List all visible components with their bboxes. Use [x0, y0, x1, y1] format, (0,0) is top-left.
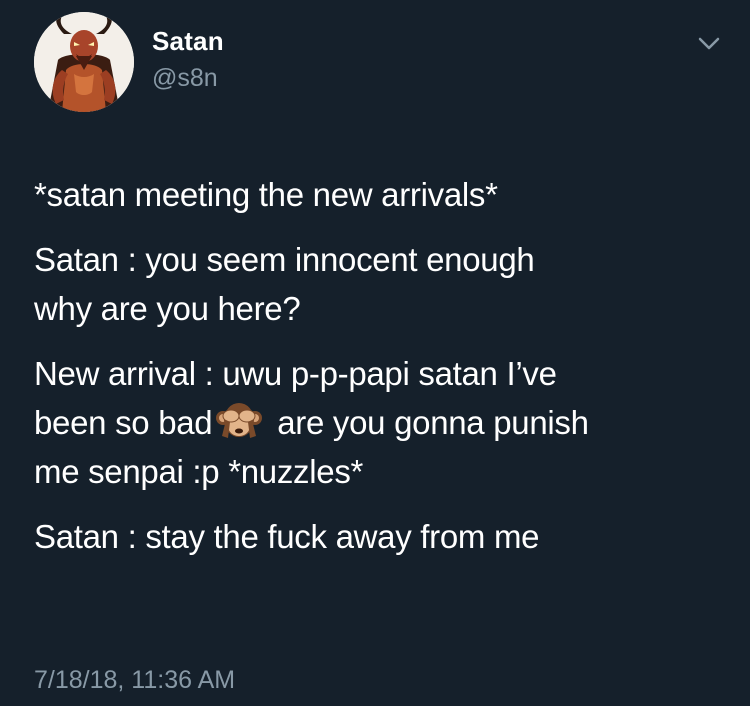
chevron-down-icon[interactable]: [694, 34, 724, 54]
demon-avatar-icon: [34, 12, 134, 112]
tweet-text: *satan meeting the new arrivals* Satan :…: [34, 170, 724, 577]
tweet-card: Satan @s8n *satan meeting the new arriva…: [0, 0, 750, 706]
user-handle[interactable]: @s8n: [152, 64, 218, 93]
tweet-line: New arrival : uwu p-p-papi satan I’ve be…: [34, 349, 724, 496]
profile-avatar[interactable]: [34, 12, 134, 112]
display-name[interactable]: Satan: [152, 26, 224, 57]
tweet-timestamp[interactable]: 7/18/18, 11:36 AM: [34, 666, 235, 695]
tweet-line: *satan meeting the new arrivals*: [34, 176, 498, 213]
see-no-evil-monkey-icon: [214, 398, 264, 442]
tweet-line: Satan : you seem innocent enough why are…: [34, 241, 535, 327]
tweet-line: Satan : stay the fuck away from me: [34, 518, 540, 555]
